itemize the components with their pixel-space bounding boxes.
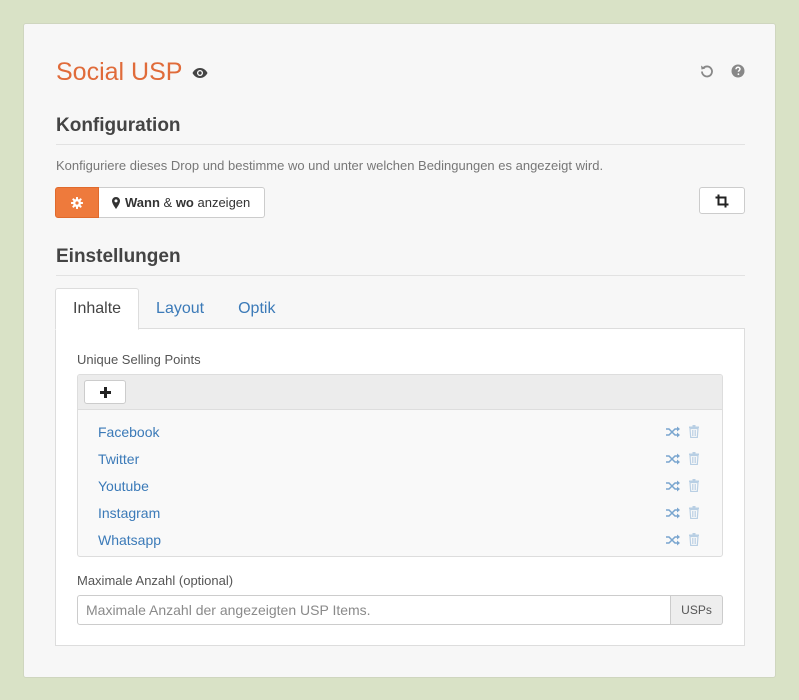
usp-item-link[interactable]: Whatsapp <box>98 532 161 548</box>
undo-icon[interactable] <box>700 64 714 78</box>
usp-toolbar <box>78 375 722 410</box>
configuration-button-group: Wann & wo anzeigen <box>55 187 266 218</box>
list-item: Twitter <box>78 445 722 472</box>
usp-item-link[interactable]: Instagram <box>98 505 160 521</box>
drop-panel: Social USP Konfiguration Konfiguriere di… <box>23 23 776 678</box>
where-when-label-anzeigen: anzeigen <box>193 195 251 210</box>
list-item: Instagram <box>78 499 722 526</box>
section-heading-einstellungen: Einstellungen <box>56 246 181 267</box>
list-item: Facebook <box>78 418 722 445</box>
usp-item-link[interactable]: Facebook <box>98 424 159 440</box>
page-title: Social USP <box>56 58 183 86</box>
where-when-label-wann: Wann <box>125 195 160 210</box>
usp-list-box: Facebook Twitter Youtube Instagram Whats… <box>77 374 723 557</box>
settings-tabs: Inhalte Layout Optik <box>55 288 292 330</box>
where-when-label-wo: wo <box>175 195 194 210</box>
crop-icon <box>715 194 729 207</box>
trash-icon[interactable] <box>689 452 699 465</box>
add-usp-button[interactable] <box>84 380 126 404</box>
shuffle-icon[interactable] <box>666 507 680 519</box>
gear-icon <box>71 196 83 209</box>
divider <box>56 275 745 276</box>
crop-button[interactable] <box>699 187 745 214</box>
tab-inhalte[interactable]: Inhalte <box>55 288 140 330</box>
list-item: Whatsapp <box>78 526 722 553</box>
trash-icon[interactable] <box>689 533 699 546</box>
shuffle-icon[interactable] <box>666 426 680 438</box>
max-count-label: Maximale Anzahl (optional) <box>77 573 234 588</box>
konfiguration-description: Konfiguriere dieses Drop und bestimme wo… <box>56 158 604 173</box>
shuffle-icon[interactable] <box>666 480 680 492</box>
eye-icon[interactable] <box>192 67 208 79</box>
max-count-input[interactable] <box>77 595 671 625</box>
divider <box>56 144 745 145</box>
settings-button[interactable] <box>55 187 99 218</box>
map-marker-icon <box>112 196 120 209</box>
usp-list: Facebook Twitter Youtube Instagram Whats… <box>78 410 722 553</box>
usp-item-link[interactable]: Youtube <box>98 478 149 494</box>
trash-icon[interactable] <box>689 425 699 438</box>
shuffle-icon[interactable] <box>666 453 680 465</box>
tab-optik[interactable]: Optik <box>221 288 292 329</box>
section-heading-konfiguration: Konfiguration <box>56 115 181 136</box>
trash-icon[interactable] <box>689 506 699 519</box>
trash-icon[interactable] <box>689 479 699 492</box>
tab-layout[interactable]: Layout <box>139 288 221 329</box>
tab-pane-inhalte: Unique Selling Points Facebook Twitter Y… <box>55 328 745 646</box>
where-when-label-and: & <box>159 195 176 210</box>
plus-icon <box>99 386 111 398</box>
shuffle-icon[interactable] <box>666 534 680 546</box>
list-item: Youtube <box>78 472 722 499</box>
max-count-addon: USPs <box>671 595 723 625</box>
usp-item-link[interactable]: Twitter <box>98 451 139 467</box>
where-when-button[interactable]: Wann & wo anzeigen <box>99 187 266 218</box>
max-count-input-group: USPs <box>77 595 723 625</box>
question-circle-icon[interactable] <box>731 64 745 78</box>
usp-label: Unique Selling Points <box>77 352 201 367</box>
